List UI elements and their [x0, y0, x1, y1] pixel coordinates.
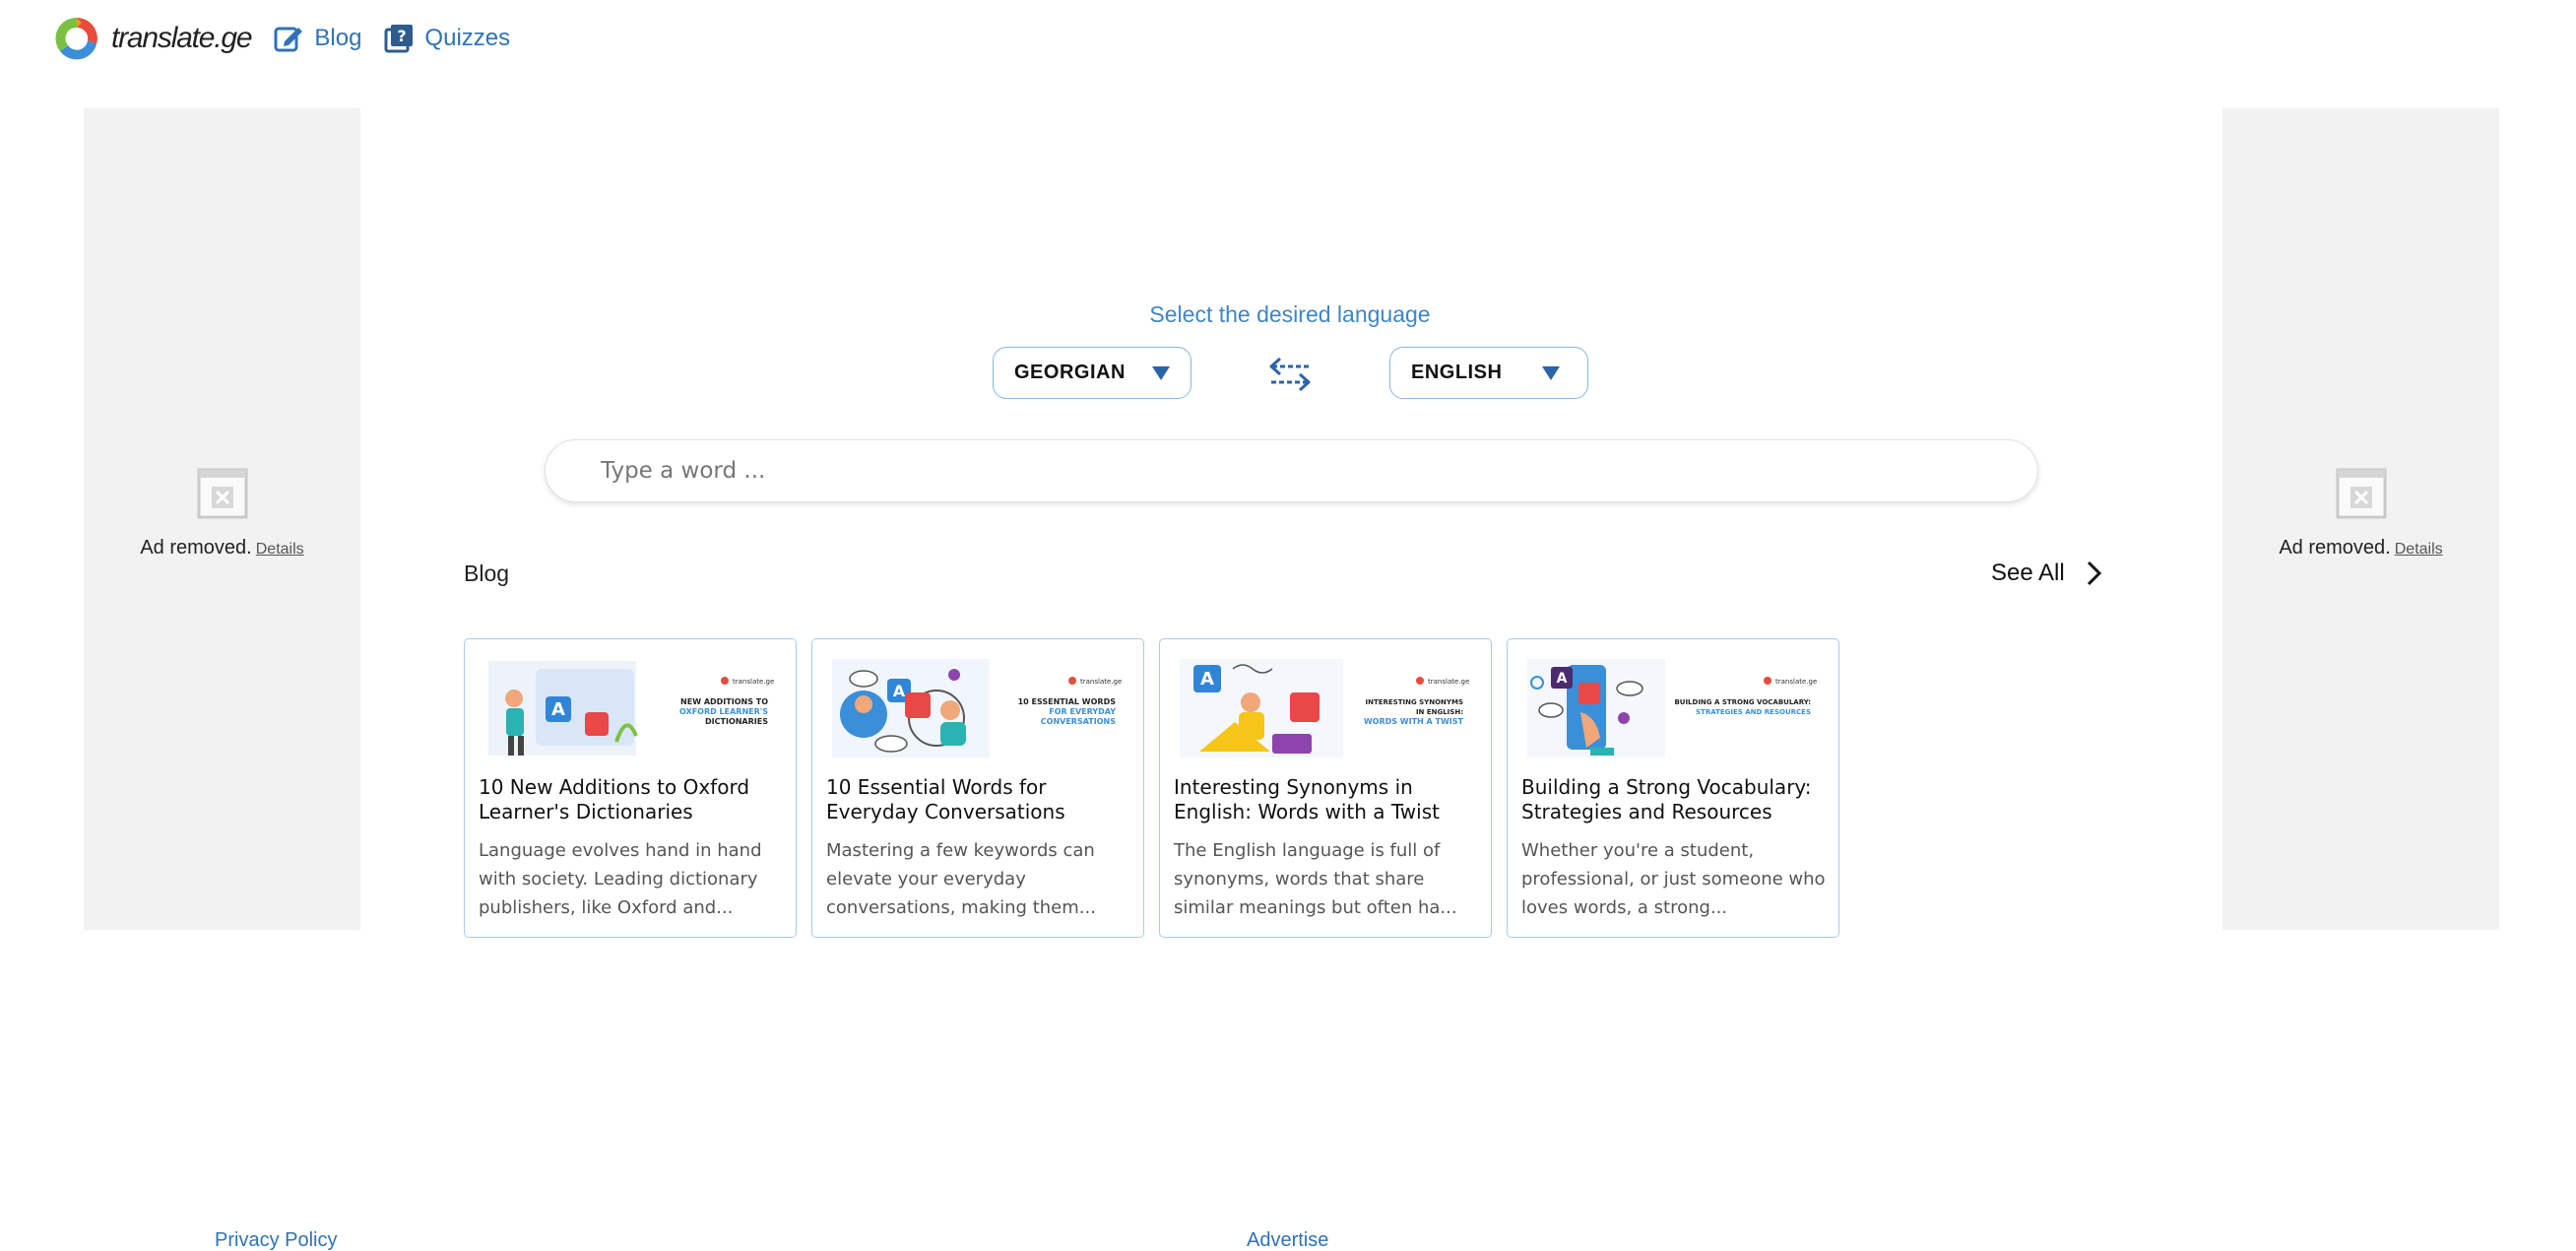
thumbnail-caption: FOR EVERYDAY — [1049, 707, 1116, 716]
blog-post-thumbnail: A translate.ge INTERESTING SYNONYMS IN E… — [1174, 653, 1479, 763]
logo-text: translate.ge — [111, 22, 253, 54]
advertise-link[interactable]: Advertise — [1247, 1229, 1328, 1251]
ad-panel-right: Ad removed. Details — [2222, 108, 2499, 930]
thumbnail-caption: BUILDING A STRONG VOCABULARY: — [1674, 698, 1811, 706]
blog-post-excerpt: Language evolves hand in hand with socie… — [479, 840, 762, 918]
thumbnail-caption: OXFORD LEARNER'S — [679, 707, 768, 716]
ad-content: Ad removed. Details — [2222, 468, 2499, 560]
svg-text:A: A — [1200, 669, 1214, 690]
search-input[interactable] — [601, 440, 1979, 501]
target-language-dropdown[interactable]: ENGLISH — [1389, 347, 1588, 399]
ad-removed-text: Ad removed. — [2279, 537, 2391, 559]
blog-post-card[interactable]: A translate.ge INTERESTING SYNONYMS IN E… — [1159, 638, 1492, 938]
caret-down-icon — [1542, 366, 1560, 380]
thumbnail-caption: IN ENGLISH: — [1416, 708, 1463, 716]
source-language-value: GEORGIAN — [1014, 362, 1126, 383]
ad-removed-text: Ad removed. — [140, 537, 252, 559]
blog-heading: Blog — [464, 560, 510, 586]
thumbnail-brand: translate.ge — [1428, 678, 1469, 686]
blog-post-card[interactable]: A translate.ge 10 ESSENTIAL WORDS FOR EV… — [811, 638, 1144, 938]
svg-text:A: A — [893, 682, 906, 700]
blog-post-card[interactable]: A translate.ge BUILDING A STRONG VOCABUL… — [1507, 638, 1839, 938]
blog-post-title: Building a Strong Vocabulary: Strategies… — [1521, 775, 1812, 823]
blog-post-excerpt: Whether you're a student, professional, … — [1521, 840, 1826, 918]
nav-quizzes-link[interactable]: ? Quizzes — [383, 23, 510, 54]
quiz-book-icon: ? — [384, 25, 414, 53]
logo-icon — [55, 17, 97, 60]
ad-details-link[interactable]: Details — [2395, 541, 2443, 558]
thumbnail-caption: DICTIONARIES — [705, 717, 768, 726]
target-language-value: ENGLISH — [1411, 362, 1503, 383]
privacy-policy-link[interactable]: Privacy Policy — [215, 1229, 337, 1251]
nav-blog-link[interactable]: Blog — [273, 23, 361, 54]
search-box — [545, 439, 2038, 502]
blog-post-title: 10 Essential Words for Everyday Conversa… — [826, 775, 1065, 823]
svg-text:?: ? — [398, 27, 407, 45]
see-all-link[interactable]: See All — [1991, 559, 2104, 588]
language-select-label: Select the desired language — [1149, 301, 1431, 327]
chevron-right-icon — [2087, 560, 2101, 586]
site-logo[interactable]: translate.ge — [52, 14, 253, 63]
blog-post-excerpt: Mastering a few keywords can elevate you… — [826, 840, 1096, 918]
blog-post-thumbnail: A translate.ge 10 ESSENTIAL WORDS FOR EV… — [826, 653, 1131, 763]
blog-post-list: A translate.ge NEW ADDITIONS TO OXFORD L… — [464, 638, 1854, 938]
svg-text:A: A — [1557, 671, 1568, 687]
thumbnail-brand: translate.ge — [733, 678, 774, 686]
site-header: translate.ge Blog ? Quizzes — [52, 14, 510, 63]
thumbnail-caption: WORDS WITH A TWIST — [1364, 717, 1464, 726]
ad-details-link[interactable]: Details — [256, 541, 304, 558]
nav-quizzes-label: Quizzes — [424, 25, 511, 51]
blog-post-thumbnail: A translate.ge NEW ADDITIONS TO OXFORD L… — [479, 653, 784, 763]
thumbnail-caption: CONVERSATIONS — [1041, 717, 1116, 726]
nav-blog-label: Blog — [314, 25, 362, 51]
blog-post-title: 10 New Additions to Oxford Learner's Dic… — [479, 775, 750, 823]
ad-panel-left: Ad removed. Details — [84, 108, 360, 930]
thumbnail-brand: translate.ge — [1080, 678, 1122, 686]
edit-icon — [274, 27, 303, 52]
blog-post-card[interactable]: A translate.ge NEW ADDITIONS TO OXFORD L… — [464, 638, 797, 938]
blog-post-excerpt: The English language is full of synonyms… — [1174, 840, 1457, 918]
thumbnail-brand: translate.ge — [1775, 678, 1817, 686]
ad-removed-icon — [2336, 468, 2386, 519]
see-all-label: See All — [1991, 560, 2065, 586]
source-language-dropdown[interactable]: GEORGIAN — [993, 347, 1191, 399]
swap-arrows-icon[interactable] — [1265, 355, 1315, 394]
thumbnail-caption: NEW ADDITIONS TO — [680, 697, 768, 706]
svg-text:A: A — [551, 699, 565, 720]
ad-removed-icon — [197, 468, 247, 519]
blog-post-thumbnail: A translate.ge BUILDING A STRONG VOCABUL… — [1521, 653, 1827, 763]
caret-down-icon — [1152, 366, 1170, 380]
thumbnail-caption: INTERESTING SYNONYMS — [1365, 698, 1463, 706]
thumbnail-caption: 10 ESSENTIAL WORDS — [1018, 697, 1117, 706]
ad-content: Ad removed. Details — [84, 468, 360, 560]
thumbnail-caption: STRATEGIES AND RESOURCES — [1696, 708, 1811, 716]
blog-post-title: Interesting Synonyms in English: Words w… — [1174, 775, 1440, 823]
